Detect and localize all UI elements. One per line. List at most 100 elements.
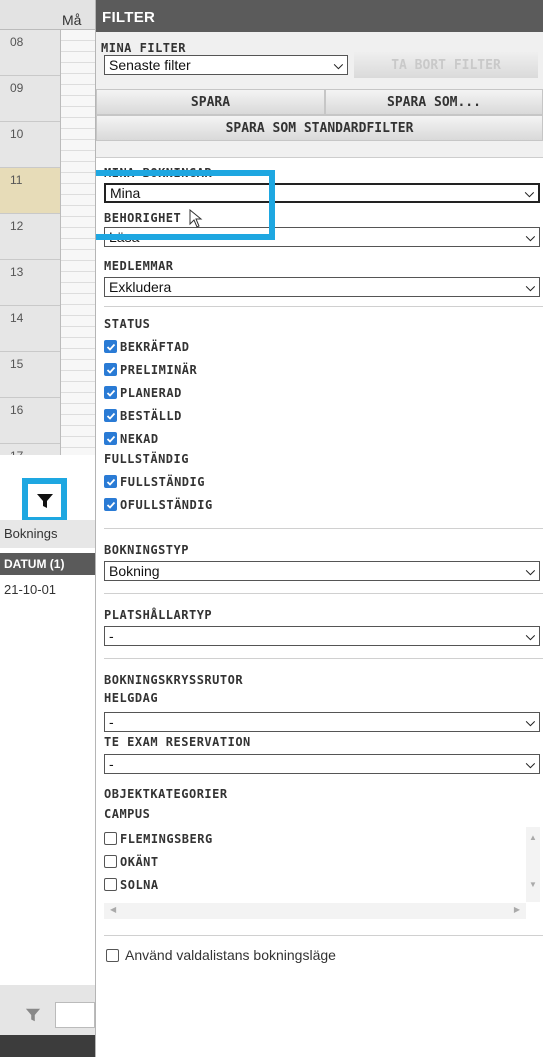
completeness-option-label: OFULLSTÄNDIG [120, 497, 213, 512]
bookings-tab[interactable]: Boknings [0, 520, 95, 548]
completeness-option[interactable]: OFULLSTÄNDIG [96, 493, 543, 516]
chevron-down-icon: ⌵ [525, 563, 535, 578]
status-option[interactable]: BEKRÄFTAD [96, 335, 543, 358]
my-filters-select[interactable]: Senaste filter ⌵ [104, 55, 348, 75]
status-section: STATUS BEKRÄFTAD PRELIMINÄR PLANERAD BES… [96, 307, 543, 450]
checkbox-checked-icon[interactable] [104, 498, 117, 511]
completeness-label: FULLSTÄNDIG [104, 452, 189, 466]
booking-type-select[interactable]: Bokning ⌵ [104, 561, 540, 581]
status-label: STATUS [104, 317, 151, 331]
hour-label: 15 [0, 352, 60, 398]
campus-option[interactable]: FLEMINGSBERG [104, 827, 540, 850]
checkbox-checked-icon[interactable] [104, 340, 117, 353]
hour-label: 13 [0, 260, 60, 306]
my-filters-section: MINA FILTER Senaste filter ⌵ TA BORT FIL… [96, 32, 543, 157]
campus-horizontal-scrollbar[interactable]: ◀ ▶ [104, 903, 526, 919]
campus-option[interactable]: SOLNA [104, 873, 540, 896]
use-selection-list-label: Använd valdalistans bokningsläge [125, 947, 336, 963]
my-filters-value: Senaste filter [109, 57, 191, 73]
members-value: Exkludera [109, 279, 172, 295]
calendar-hours: 08 09 10 11 12 13 14 15 16 17 [0, 30, 60, 455]
status-option[interactable]: PLANERAD [96, 381, 543, 404]
chevron-down-icon: ⌵ [524, 185, 534, 200]
completeness-option-label: FULLSTÄNDIG [120, 474, 205, 489]
chevron-down-icon: ⌵ [525, 756, 535, 771]
checkbox-checked-icon[interactable] [104, 409, 117, 422]
column-header-datum[interactable]: DATUM (1) [0, 553, 95, 575]
use-selection-list-option[interactable]: Använd valdalistans bokningsläge [96, 936, 543, 963]
checkbox-checked-icon[interactable] [104, 432, 117, 445]
status-option[interactable]: BESTÄLLD [96, 404, 543, 427]
members-section: MEDLEMMAR Exkludera ⌵ [96, 247, 543, 297]
campus-option[interactable]: OKÄNT [104, 850, 540, 873]
checkbox-checked-icon[interactable] [104, 363, 117, 376]
members-label: MEDLEMMAR [104, 259, 174, 273]
save-button[interactable]: SPARA [96, 89, 325, 115]
placeholder-type-section: PLATSHÅLLARTYP - ⌵ [96, 594, 543, 646]
campus-option-label: FLEMINGSBERG [120, 831, 213, 846]
booking-type-section: BOKNINGSTYP Bokning ⌵ [96, 529, 543, 581]
filter-title: FILTER [96, 0, 543, 32]
checkbox-unchecked-icon[interactable] [104, 878, 117, 891]
funnel-icon[interactable] [25, 1007, 41, 1023]
status-option-label: PRELIMINÄR [120, 362, 198, 377]
holiday-select[interactable]: - ⌵ [104, 712, 540, 732]
booking-checkboxes-section: BOKNINGSKRYSSRUTOR HELGDAG - ⌵ TE EXAM R… [96, 659, 543, 774]
campus-list: FLEMINGSBERG OKÄNT SOLNA ▲ ▼ ◀ ▶ [104, 827, 540, 927]
footer-bar [0, 1035, 95, 1057]
hour-label: 08 [0, 30, 60, 76]
campus-option-label: OKÄNT [120, 854, 159, 869]
booking-type-value: Bokning [109, 563, 160, 579]
checkbox-unchecked-icon[interactable] [104, 832, 117, 845]
save-as-button[interactable]: SPARA SOM... [325, 89, 543, 115]
scroll-left-icon[interactable]: ◀ [110, 905, 116, 914]
placeholder-type-label: PLATSHÅLLARTYP [104, 608, 213, 622]
te-exam-select[interactable]: - ⌵ [104, 754, 540, 774]
members-select[interactable]: Exkludera ⌵ [104, 277, 540, 297]
chevron-down-icon: ⌵ [525, 714, 535, 729]
delete-filter-button[interactable]: TA BORT FILTER [354, 52, 538, 78]
chevron-down-icon: ⌵ [525, 279, 535, 294]
hour-label: 09 [0, 76, 60, 122]
completeness-option[interactable]: FULLSTÄNDIG [96, 470, 543, 493]
chevron-down-icon: ⌵ [333, 57, 343, 72]
hour-label-highlighted: 11 [0, 168, 60, 214]
status-option[interactable]: PRELIMINÄR [96, 358, 543, 381]
table-cell-date[interactable]: 21-10-01 [0, 582, 56, 597]
filter-toggle-button[interactable] [22, 478, 67, 523]
object-categories-label: OBJEKTKATEGORIER [104, 787, 228, 801]
campus-vertical-scrollbar[interactable]: ▲ ▼ [526, 827, 540, 902]
scroll-up-icon[interactable]: ▲ [526, 833, 540, 842]
hour-label: 14 [0, 306, 60, 352]
checkbox-unchecked-icon[interactable] [104, 855, 117, 868]
holiday-label: HELGDAG [104, 691, 159, 705]
campus-option-label: SOLNA [120, 877, 159, 892]
placeholder-type-select[interactable]: - ⌵ [104, 626, 540, 646]
quick-filter-input[interactable] [55, 1002, 95, 1028]
hour-label: 12 [0, 214, 60, 260]
checkbox-checked-icon[interactable] [104, 386, 117, 399]
save-as-default-button[interactable]: SPARA SOM STANDARDFILTER [96, 115, 543, 141]
bookings-list-pane: Boknings DATUM (1) 21-10-01 [0, 455, 95, 1057]
hour-label: 10 [0, 122, 60, 168]
placeholder-type-value: - [109, 628, 114, 644]
scroll-right-icon[interactable]: ▶ [514, 905, 520, 914]
chevron-down-icon: ⌵ [525, 628, 535, 643]
completeness-section: FULLSTÄNDIG FULLSTÄNDIG OFULLSTÄNDIG [96, 450, 543, 516]
hour-label: 16 [0, 398, 60, 444]
te-exam-value: - [109, 756, 114, 772]
object-categories-section: OBJEKTKATEGORIER CAMPUS FLEMINGSBERG OKÄ… [96, 774, 543, 927]
checkbox-checked-icon[interactable] [104, 475, 117, 488]
status-option-label: PLANERAD [120, 385, 182, 400]
campus-label: CAMPUS [104, 807, 151, 821]
status-option[interactable]: NEKAD [96, 427, 543, 450]
calendar-day-column[interactable] [60, 30, 95, 455]
scroll-down-icon[interactable]: ▼ [526, 880, 540, 889]
hour-label: 17 [0, 444, 60, 455]
status-option-label: BESTÄLLD [120, 408, 182, 423]
filter-panel: FILTER MINA FILTER Senaste filter ⌵ TA B… [95, 0, 543, 1057]
highlight-my-bookings [96, 170, 275, 240]
calendar-day-header: Må [62, 12, 82, 28]
status-option-label: BEKRÄFTAD [120, 339, 190, 354]
checkbox-unchecked-icon[interactable] [106, 948, 119, 962]
